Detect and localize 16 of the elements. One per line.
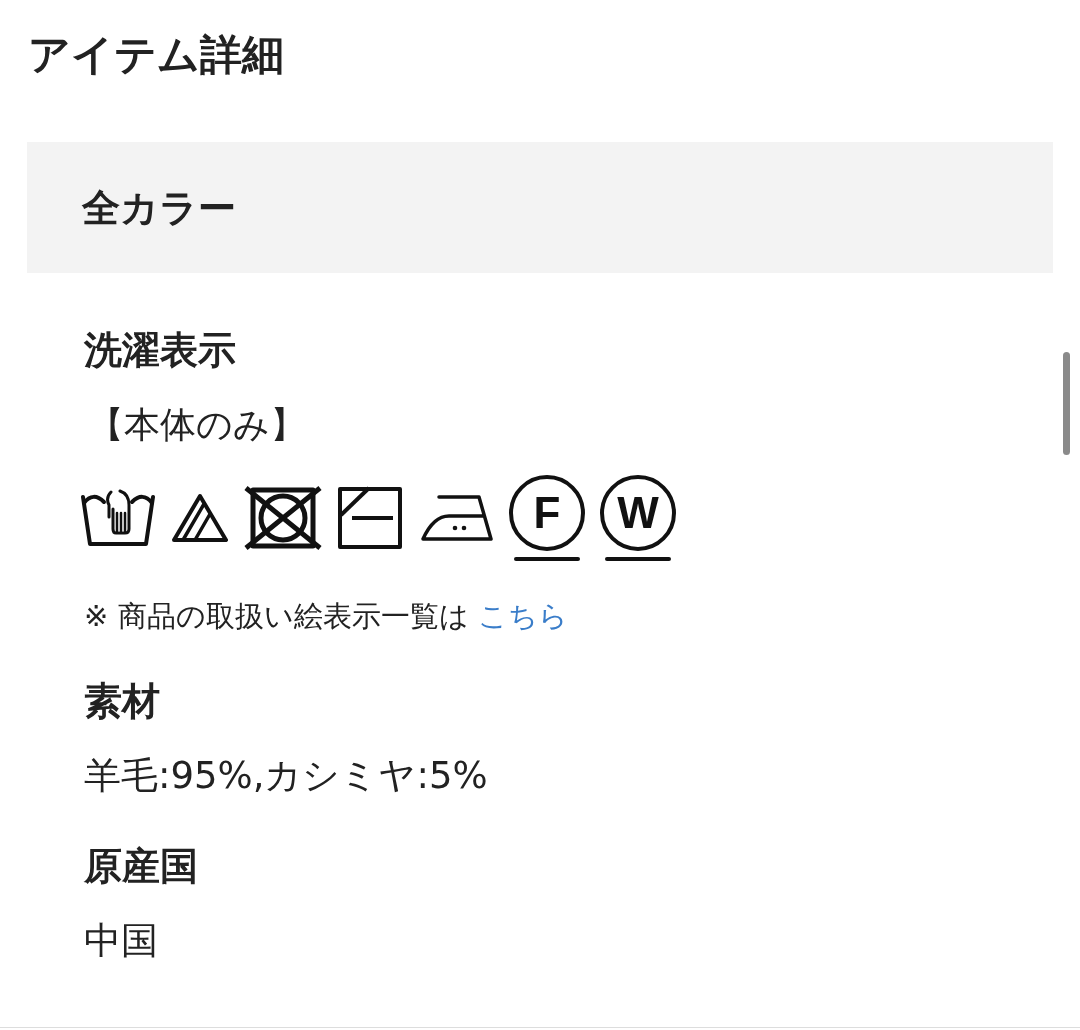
- section-heading: 洗濯表示: [84, 327, 236, 374]
- page-title: アイテム詳細: [28, 30, 284, 80]
- shade-dry-icon: [337, 486, 403, 550]
- hand-wash-icon: [80, 489, 156, 547]
- section-heading: 素材: [84, 678, 160, 725]
- here-link[interactable]: こちら: [477, 599, 568, 633]
- care-scope-label: 【本体のみ】: [88, 403, 306, 447]
- bleach-triangle-icon: [171, 493, 229, 543]
- iron-icon: [418, 494, 494, 542]
- tumble-dry-crossed-icon: [244, 486, 322, 550]
- section-heading: 原産国: [84, 843, 198, 890]
- section-value: 羊毛:95%,カシミヤ:5%: [84, 753, 488, 799]
- care-label-note: ※ 商品の取扱い絵表示一覧は こちら: [84, 598, 568, 635]
- section-header-title: 全カラー: [82, 184, 236, 232]
- section-value: 中国: [84, 918, 158, 964]
- scrollbar-thumb[interactable]: [1063, 352, 1070, 455]
